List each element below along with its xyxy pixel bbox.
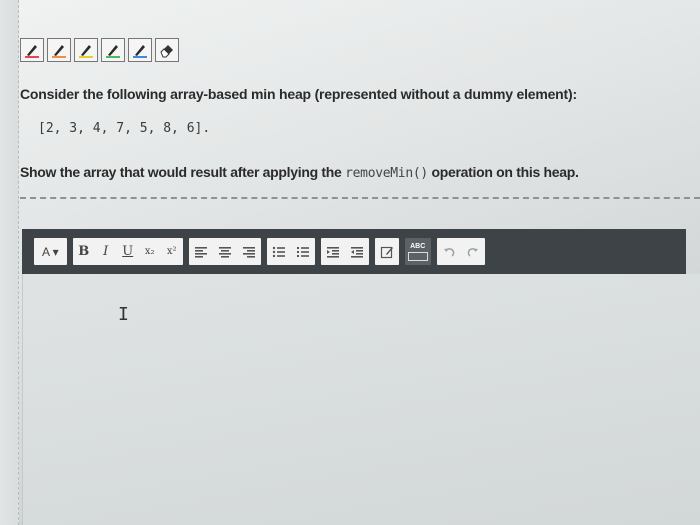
numbered-list-button[interactable] xyxy=(291,238,315,265)
left-margin xyxy=(0,0,19,525)
undo-button[interactable] xyxy=(437,238,461,265)
indent-icon xyxy=(326,246,339,258)
outdent-icon xyxy=(350,246,363,258)
highlighter-palette xyxy=(20,38,179,62)
bulleted-list-icon xyxy=(272,246,285,257)
instruction-prefix: Show the array that would result after a… xyxy=(20,164,346,180)
superscript-button[interactable]: x² xyxy=(161,238,183,265)
align-group xyxy=(188,238,261,265)
italic-button[interactable]: I xyxy=(95,238,117,265)
question-text: Consider the following array-based min h… xyxy=(20,86,577,102)
align-left-button[interactable] xyxy=(189,238,213,265)
pencil-icon xyxy=(380,246,393,258)
green-highlighter-button[interactable] xyxy=(101,38,125,62)
undo-icon xyxy=(443,247,454,257)
bold-button[interactable]: B xyxy=(73,238,95,265)
yellow-highlighter-icon xyxy=(79,45,93,58)
orange-highlighter-button[interactable] xyxy=(47,38,71,62)
remove-min-code: removeMin() xyxy=(345,166,428,181)
align-right-icon xyxy=(242,246,255,258)
yellow-highlighter-button[interactable] xyxy=(74,38,98,62)
blue-highlighter-icon xyxy=(133,45,147,58)
green-highlighter-icon xyxy=(106,45,120,58)
align-left-icon xyxy=(194,246,207,258)
spellcheck-button[interactable]: ABC xyxy=(405,238,431,265)
format-group: B I U x₂ x² xyxy=(72,238,183,265)
instruction-suffix: operation on this heap. xyxy=(427,164,579,180)
font-button[interactable]: A ▾ xyxy=(34,238,67,265)
font-group: A ▾ xyxy=(34,238,67,265)
editor-toolbar: A ▾ B I U x₂ x² ABC xyxy=(22,229,686,274)
indent-group xyxy=(320,238,369,265)
instruction-text: Show the array that would result after a… xyxy=(20,164,700,181)
spellcheck-icon xyxy=(407,251,428,261)
numbered-list-icon xyxy=(296,246,309,257)
blue-highlighter-button[interactable] xyxy=(128,38,152,62)
history-group xyxy=(436,238,485,265)
subscript-button[interactable]: x₂ xyxy=(139,238,161,265)
spellcheck-label: ABC xyxy=(410,242,426,250)
orange-highlighter-icon xyxy=(52,45,66,58)
eraser-button[interactable] xyxy=(155,38,179,62)
align-center-button[interactable] xyxy=(213,238,237,265)
eraser-icon xyxy=(160,45,173,58)
edit-source-button[interactable] xyxy=(375,238,399,265)
underline-button[interactable]: U xyxy=(117,238,139,265)
bulleted-list-button[interactable] xyxy=(267,238,291,265)
outdent-button[interactable] xyxy=(345,238,369,265)
spellcheck-group: ABC xyxy=(404,238,431,265)
align-right-button[interactable] xyxy=(237,238,261,265)
redo-button[interactable] xyxy=(461,238,485,265)
red-highlighter-button[interactable] xyxy=(20,38,44,62)
red-highlighter-icon xyxy=(25,45,39,58)
list-group xyxy=(266,238,315,265)
dashed-divider xyxy=(20,197,700,199)
edit-group xyxy=(374,238,399,265)
redo-icon xyxy=(467,247,478,257)
heap-array: [2, 3, 4, 7, 5, 8, 6]. xyxy=(38,121,211,136)
align-center-icon xyxy=(218,246,231,258)
text-cursor-icon: I xyxy=(118,304,129,325)
indent-button[interactable] xyxy=(321,238,345,265)
